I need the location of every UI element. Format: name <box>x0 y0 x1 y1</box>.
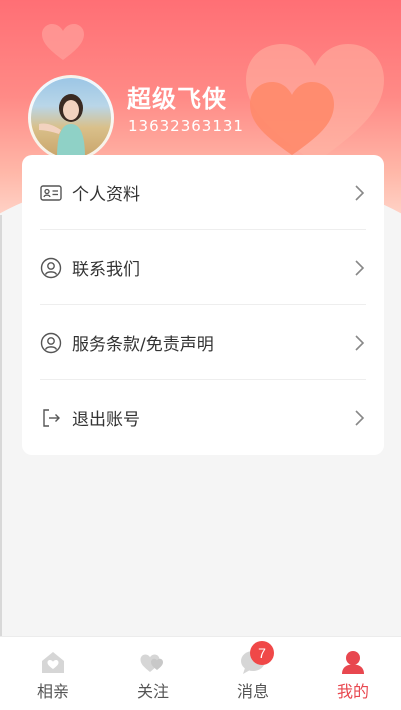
menu-item-logout[interactable]: 退出账号 <box>40 380 366 455</box>
tab-label: 我的 <box>336 682 369 701</box>
small-heart-decoration-icon <box>42 24 84 60</box>
menu-item-contact-us[interactable]: 联系我们 <box>40 230 366 305</box>
user-name: 超级飞侠 <box>127 85 227 113</box>
avatar[interactable] <box>28 75 114 161</box>
tab-label: 消息 <box>236 682 269 701</box>
tab-messages[interactable]: 7 消息 <box>203 637 303 710</box>
id-card-icon <box>40 182 62 204</box>
home-heart-icon <box>42 652 64 673</box>
avatar-photo <box>39 94 85 158</box>
menu-item-profile[interactable]: 个人资料 <box>40 155 366 230</box>
chevron-right-icon <box>355 334 365 351</box>
bottom-tab-bar: 相亲 关注 7 消息 我的 <box>0 636 401 710</box>
chevron-right-icon <box>355 259 365 276</box>
menu-card: 个人资料 联系我们 服务条款/免责声明 退出账号 <box>22 155 384 455</box>
menu-item-terms[interactable]: 服务条款/免责声明 <box>40 305 366 380</box>
menu-item-label: 个人资料 <box>72 185 140 205</box>
tab-matchmaking[interactable]: 相亲 <box>3 637 103 710</box>
person-icon <box>342 651 364 674</box>
user-circle-icon <box>40 332 62 354</box>
user-circle-icon <box>40 257 62 279</box>
chevron-right-icon <box>355 409 365 426</box>
menu-item-label: 联系我们 <box>72 260 140 280</box>
user-phone: 13632363131 <box>128 117 244 135</box>
chevron-right-icon <box>355 184 365 201</box>
profile-page: 超级飞侠 13632363131 个人资料 联系我们 服务条款/免责声明 退出账… <box>0 0 401 710</box>
unread-badge: 7 <box>250 641 274 665</box>
menu-item-label: 退出账号 <box>72 410 140 430</box>
tab-label: 相亲 <box>36 682 69 701</box>
menu-item-label: 服务条款/免责声明 <box>72 335 214 355</box>
tab-mine[interactable]: 我的 <box>303 637 401 710</box>
medium-heart-decoration-icon <box>250 82 334 155</box>
logout-icon <box>40 407 62 429</box>
tab-label: 关注 <box>136 682 169 701</box>
tab-following[interactable]: 关注 <box>103 637 203 710</box>
hearts-icon <box>140 654 163 672</box>
